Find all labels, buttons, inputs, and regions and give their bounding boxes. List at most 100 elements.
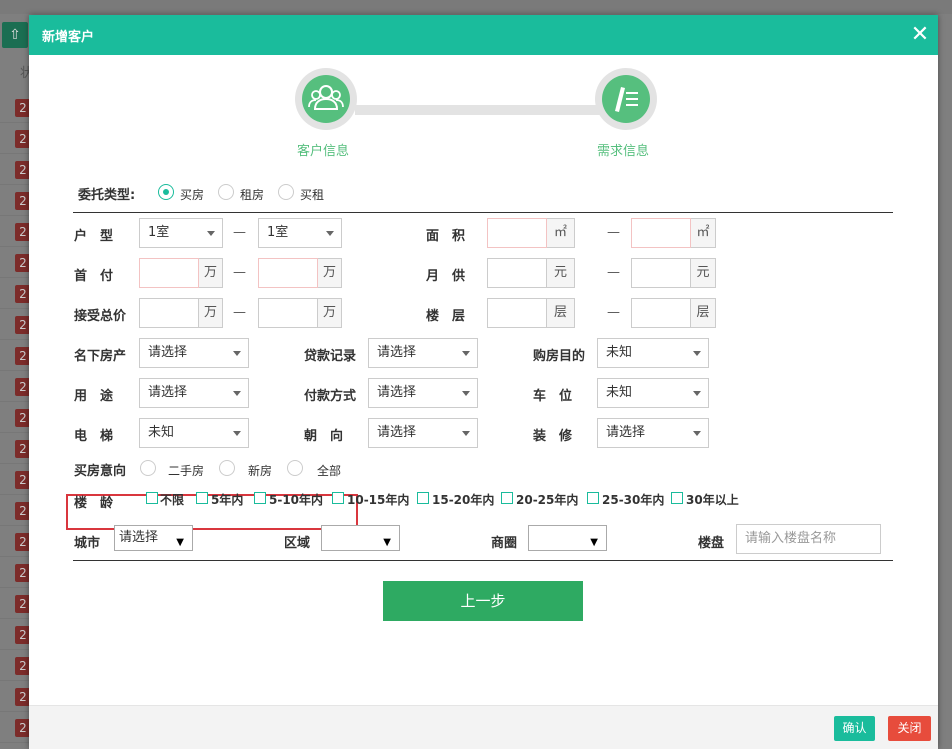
add-customer-modal: 新增客户 ✕ 客户信息 需求信息 委托类型: 买房 租房 买租 户 型 1室 —… (29, 15, 938, 749)
cancel-button[interactable]: 关闭 (888, 716, 931, 741)
purpose-label: 购房目的 (533, 349, 586, 364)
previous-step-button[interactable]: 上一步 (383, 581, 583, 621)
circle-select[interactable]: ▼ (528, 525, 607, 551)
circle-label: 商圈 (491, 536, 518, 551)
age-checkbox-30plus[interactable] (671, 492, 683, 504)
step-connector (355, 105, 601, 115)
intent-radio-secondhand[interactable] (140, 460, 156, 476)
range-dash: — (233, 305, 246, 320)
downpay-max-input[interactable] (258, 258, 318, 288)
intent-option-new: 新房 (248, 464, 273, 478)
floor-min-input[interactable] (487, 298, 547, 328)
property-value: 请选择 (148, 345, 188, 360)
intent-radio-new[interactable] (219, 460, 235, 476)
property-label: 名下房产 (74, 349, 127, 364)
entrust-radio-rent[interactable] (218, 184, 234, 200)
age-checkbox-15-20[interactable] (417, 492, 429, 504)
usage-value: 请选择 (148, 385, 188, 400)
background-table-row: 2 (0, 650, 31, 681)
modal-body: 客户信息 需求信息 委托类型: 买房 租房 买租 户 型 1室 — 1室 面 积 (29, 55, 938, 705)
age-checkbox-10-15[interactable] (332, 492, 344, 504)
payment-value: 请选择 (377, 385, 417, 400)
layout-from-select[interactable]: 1室 (139, 218, 223, 248)
entrust-radio-buy[interactable] (158, 184, 174, 200)
city-select[interactable]: 请选择 ▼ (114, 525, 193, 551)
entrust-option-rent: 租房 (240, 188, 265, 202)
layout-to-value: 1室 (267, 225, 289, 240)
loan-value: 请选择 (377, 345, 417, 360)
background-table-row: 2 (0, 464, 31, 495)
close-icon[interactable]: ✕ (910, 24, 930, 46)
district-label: 区域 (284, 536, 311, 551)
intent-option-all: 全部 (317, 464, 342, 478)
age-option-any: 不限 (160, 493, 185, 507)
divider-top (73, 212, 893, 213)
intent-radio-all[interactable] (287, 460, 303, 476)
step-label-customer: 客户信息 (297, 144, 350, 159)
purpose-select[interactable]: 未知 (597, 338, 709, 368)
age-option-25-30: 25-30年内 (602, 493, 665, 507)
area-max-unit: ㎡ (691, 218, 716, 248)
step-label-demand: 需求信息 (597, 144, 650, 159)
age-option-5: 5年内 (211, 493, 244, 507)
loan-select[interactable]: 请选择 (368, 338, 478, 368)
chevron-down-icon: ▼ (383, 537, 391, 548)
orientation-label: 朝 向 (304, 429, 344, 444)
age-label: 楼 龄 (74, 496, 114, 511)
age-option-20-25: 20-25年内 (516, 493, 579, 507)
elevator-value: 未知 (148, 425, 175, 440)
range-dash: — (607, 225, 620, 240)
usage-select[interactable]: 请选择 (139, 378, 249, 408)
floor-min-unit: 层 (547, 298, 575, 328)
monthly-min-input[interactable] (487, 258, 547, 288)
age-checkbox-5[interactable] (196, 492, 208, 504)
background-table-row: 2 (0, 340, 31, 371)
monthly-max-input[interactable] (631, 258, 691, 288)
district-select[interactable]: ▼ (321, 525, 400, 551)
modal-footer: 确认 关闭 (29, 705, 938, 749)
age-checkbox-any[interactable] (146, 492, 158, 504)
background-table-row: 2 (0, 185, 31, 216)
floor-max-input[interactable] (631, 298, 691, 328)
decoration-select[interactable]: 请选择 (597, 418, 709, 448)
background-table-row: 2 (0, 681, 31, 712)
entrust-radio-buyrent[interactable] (278, 184, 294, 200)
range-dash: — (233, 225, 246, 240)
parking-select[interactable]: 未知 (597, 378, 709, 408)
entrust-option-buyrent: 买租 (300, 188, 325, 202)
age-option-5-10: 5-10年内 (269, 493, 324, 507)
age-checkbox-25-30[interactable] (587, 492, 599, 504)
area-max-input[interactable] (631, 218, 691, 248)
estate-input[interactable]: 请输入楼盘名称 (736, 524, 881, 554)
background-table-row: 2 (0, 123, 31, 154)
total-min-input[interactable] (139, 298, 199, 328)
property-select[interactable]: 请选择 (139, 338, 249, 368)
chevron-down-icon: ▼ (176, 537, 184, 548)
modal-title: 新增客户 (42, 30, 95, 45)
city-label: 城市 (74, 536, 101, 551)
background-table-row: 2 (0, 402, 31, 433)
background-topbar (0, 0, 952, 14)
orientation-value: 请选择 (377, 425, 417, 440)
payment-select[interactable]: 请选择 (368, 378, 478, 408)
background-table-row: 2 (0, 247, 31, 278)
age-checkbox-5-10[interactable] (254, 492, 266, 504)
area-min-input[interactable] (487, 218, 547, 248)
downpay-min-input[interactable] (139, 258, 199, 288)
layout-to-select[interactable]: 1室 (258, 218, 342, 248)
payment-label: 付款方式 (304, 389, 357, 404)
estate-label: 楼盘 (698, 536, 725, 551)
range-dash: — (607, 305, 620, 320)
range-dash: — (607, 265, 620, 280)
total-price-label: 接受总价 (74, 309, 127, 324)
confirm-button[interactable]: 确认 (834, 716, 875, 741)
total-max-input[interactable] (258, 298, 318, 328)
background-table-row: 2 (0, 216, 31, 247)
age-checkbox-20-25[interactable] (501, 492, 513, 504)
floor-label: 楼 层 (426, 309, 466, 324)
range-dash: — (233, 265, 246, 280)
background-table-row: 2 (0, 557, 31, 588)
orientation-select[interactable]: 请选择 (368, 418, 478, 448)
elevator-select[interactable]: 未知 (139, 418, 249, 448)
purpose-value: 未知 (606, 345, 633, 360)
